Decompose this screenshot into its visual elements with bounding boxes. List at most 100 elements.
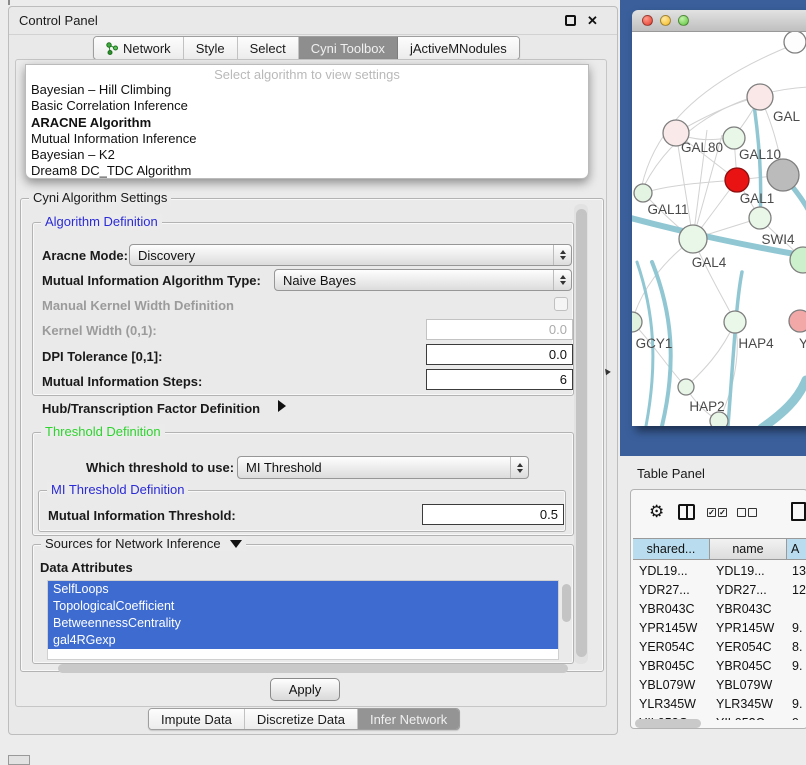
cell: YPR145W (716, 621, 774, 635)
network-canvas[interactable]: GAL GAL80 GAL10 GAL1 GAL11 GAL4 SWI4 GCY… (632, 32, 806, 426)
tab-discretize-data[interactable]: Discretize Data (245, 709, 358, 729)
table-row[interactable]: YDR27...YDR27...12 (631, 581, 806, 600)
mi-type-combo[interactable]: Naive Bayes (274, 269, 572, 291)
mi-threshold-field[interactable]: 0.5 (422, 504, 564, 525)
sources-collapse-icon[interactable] (230, 540, 242, 548)
column-header-name[interactable]: name (710, 539, 787, 559)
minimize-traffic-light-icon[interactable] (660, 15, 671, 26)
zoom-traffic-light-icon[interactable] (678, 15, 689, 26)
node-hap4[interactable] (724, 311, 746, 333)
table-panel-title: Table Panel (637, 466, 705, 481)
list-item[interactable]: BetweennessCentrality (48, 615, 558, 632)
node-unlabeled[interactable] (784, 32, 806, 53)
new-table-icon[interactable] (791, 502, 806, 521)
table-row[interactable]: YLR345WYLR345W9. (631, 695, 806, 714)
table-hscrollbar-thumb[interactable] (635, 719, 701, 728)
close-icon[interactable]: ✕ (587, 13, 598, 29)
column-header-shared-name[interactable]: shared... (633, 539, 710, 559)
data-attributes-list[interactable]: SelfLoops TopologicalCoefficient Between… (47, 580, 559, 660)
node-gal1[interactable] (749, 207, 771, 229)
dpi-tolerance-field[interactable]: 0.0 (426, 344, 573, 365)
settings-vscrollbar-thumb[interactable] (576, 209, 587, 657)
settings-hscrollbar-thumb[interactable] (58, 664, 568, 673)
network-window-titlebar[interactable] (632, 10, 806, 32)
which-threshold-combo[interactable]: MI Threshold (237, 456, 529, 479)
network-icon (106, 42, 119, 55)
aracne-mode-combo[interactable]: Discovery (129, 244, 572, 266)
menu-item[interactable]: Dream8 DC_TDC Algorithm (26, 163, 588, 179)
kernel-width-label: Kernel Width (0,1): (42, 323, 157, 338)
tab-cyni-toolbox[interactable]: Cyni Toolbox (299, 37, 398, 59)
node-gal-partial[interactable] (747, 84, 773, 110)
hub-definition-label: Hub/Transcription Factor Definition (42, 401, 260, 416)
cell: YDR27... (639, 583, 690, 597)
mi-steps-field[interactable]: 6 (426, 369, 573, 390)
node-gal10-neighbor[interactable] (723, 127, 745, 149)
attributes-vscrollbar-thumb[interactable] (562, 584, 571, 622)
menu-item[interactable]: Bayesian – K2 (26, 147, 588, 163)
kernel-width-field[interactable]: 0.0 (426, 319, 573, 340)
menu-item-selected[interactable]: ARACNE Algorithm (26, 115, 588, 131)
cell: 9. (792, 697, 802, 711)
node-y-partial[interactable] (789, 310, 806, 332)
tab-select[interactable]: Select (238, 37, 299, 59)
collapsed-panel-handle[interactable] (8, 755, 30, 765)
table-row[interactable]: YBR043CYBR043C (631, 600, 806, 619)
hub-expand-icon[interactable] (278, 400, 286, 412)
tab-discretize-data-label: Discretize Data (257, 712, 345, 727)
table-row[interactable]: YPR145WYPR145W9. (631, 619, 806, 638)
gear-icon[interactable]: ⚙ (649, 503, 664, 520)
tab-style[interactable]: Style (184, 37, 238, 59)
list-item[interactable]: SelfLoops (48, 581, 558, 598)
apply-button[interactable]: Apply (270, 678, 340, 701)
table-panel: ⚙ ✓ ✓ shared... name A YDL19...YDL19...1… (630, 489, 806, 729)
cell: YBR043C (639, 602, 695, 616)
list-item[interactable]: TopologicalCoefficient (48, 598, 558, 615)
node-gal11[interactable] (634, 184, 652, 202)
algorithm-popup-placeholder: Select algorithm to view settings (26, 67, 588, 82)
cell: YER054C (716, 640, 772, 654)
manual-kernel-label: Manual Kernel Width Definition (42, 298, 234, 313)
mi-type-label: Mutual Information Algorithm Type: (42, 273, 261, 288)
node-gal4[interactable] (679, 225, 707, 253)
node-label-gal4: GAL4 (692, 255, 727, 270)
column-header-partial[interactable]: A (787, 539, 806, 559)
menu-item[interactable]: Basic Correlation Inference (26, 98, 588, 114)
menu-item[interactable]: Mutual Information Inference (26, 131, 588, 147)
cell: 8. (792, 640, 802, 654)
node-bottom[interactable] (710, 412, 728, 426)
network-window: GAL GAL80 GAL10 GAL1 GAL11 GAL4 SWI4 GCY… (632, 10, 806, 426)
tab-impute-data[interactable]: Impute Data (149, 709, 245, 729)
close-traffic-light-icon[interactable] (642, 15, 653, 26)
menu-item[interactable]: Bayesian – Hill Climbing (26, 82, 588, 98)
tab-cyni-toolbox-label: Cyni Toolbox (311, 41, 385, 56)
control-panel-window: Control Panel ✕ Network Style Select Cyn… (8, 6, 618, 735)
node-label-gcy1: GCY1 (636, 336, 673, 351)
bottom-tabbar: Impute Data Discretize Data Infer Networ… (148, 708, 460, 730)
cell: YBR045C (716, 659, 772, 673)
node-red-selected[interactable] (725, 168, 749, 192)
table-row[interactable]: YBL079WYBL079W (631, 676, 806, 695)
list-item[interactable]: gal4RGexp (48, 632, 558, 649)
show-all-columns-icon[interactable]: ✓ ✓ (707, 508, 727, 517)
columns-icon[interactable] (678, 504, 695, 520)
tab-jactivemnodules[interactable]: jActiveMNodules (398, 37, 519, 59)
node-gcy1[interactable] (632, 312, 642, 332)
node-label-swi4: SWI4 (761, 232, 794, 247)
hide-all-columns-icon[interactable] (737, 508, 757, 517)
data-attributes-label: Data Attributes (40, 560, 133, 575)
manual-kernel-checkbox[interactable] (554, 297, 568, 311)
table-row[interactable]: YBR045CYBR045C9. (631, 657, 806, 676)
node-hap2[interactable] (678, 379, 694, 395)
tab-network[interactable]: Network (94, 37, 184, 59)
cell: YLR345W (716, 697, 773, 711)
tab-infer-network[interactable]: Infer Network (358, 709, 459, 729)
which-threshold-value: MI Threshold (238, 460, 510, 475)
aracne-mode-value: Discovery (130, 248, 553, 263)
float-window-icon[interactable] (565, 15, 576, 26)
table-row[interactable]: YER054CYER054C8. (631, 638, 806, 657)
node-gal10[interactable] (767, 159, 799, 191)
node-label-hap2: HAP2 (689, 399, 724, 414)
checked-box-icon: ✓ (718, 508, 727, 517)
table-row[interactable]: YDL19...YDL19...13 (631, 562, 806, 581)
